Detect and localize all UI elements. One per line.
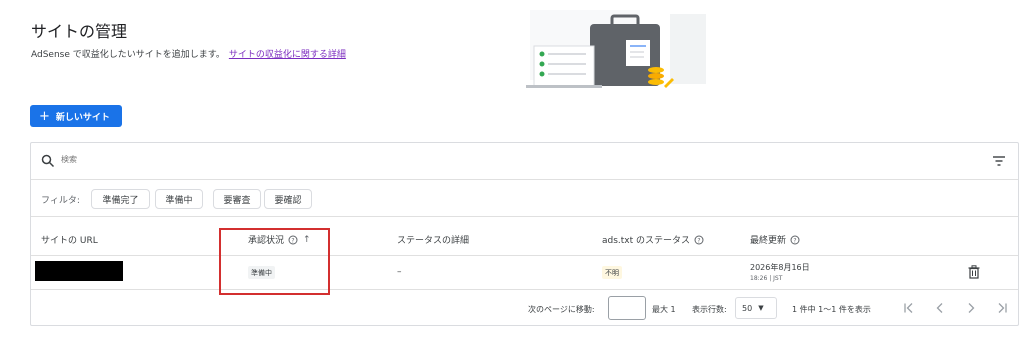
filter-bar: フィルタ: 準備完了 準備中 要審査 要確認 (31, 181, 1018, 217)
delete-icon[interactable] (968, 265, 980, 279)
hero-illustration (526, 10, 706, 88)
filter-list-icon[interactable] (992, 155, 1006, 167)
svg-text:?: ? (697, 237, 700, 244)
last-page-icon[interactable] (996, 302, 1008, 314)
annotation-highlight-box (219, 228, 330, 295)
sites-table: フィルタ: 準備完了 準備中 要審査 要確認 サイトの URL 承認状況 ? ↑… (30, 142, 1019, 326)
filter-chip-preparing[interactable]: 準備中 (155, 189, 203, 209)
column-label: ads.txt のステータス (602, 236, 691, 246)
rows-per-page-value: 50 (742, 303, 753, 313)
rows-per-page-label: 表示行数: (692, 305, 727, 314)
help-icon[interactable]: ? (694, 235, 704, 245)
pagination-bar: 次のページに移動: 最大 1 表示行数: 50 ▼ 1 件中 1〜1 件を表示 (31, 291, 1018, 326)
previous-page-icon[interactable] (934, 302, 946, 314)
filter-chip-ready[interactable]: 準備完了 (91, 189, 150, 209)
dropdown-arrow-icon: ▼ (758, 304, 764, 312)
search-bar (31, 143, 1018, 180)
goto-page-label: 次のページに移動: (528, 305, 595, 314)
last-updated-date: 2026年8月16日 (750, 263, 810, 272)
new-site-button[interactable]: + 新しいサイト (30, 105, 122, 127)
plus-icon: + (39, 108, 50, 124)
ads-txt-status-chip: 不明 (602, 266, 622, 279)
filter-label: フィルタ: (41, 196, 80, 206)
first-page-icon[interactable] (903, 302, 915, 314)
max-page-label: 最大 1 (652, 305, 676, 314)
page-description: AdSense で収益化したいサイトを追加します。 サイトの収益化に関する詳細 (31, 47, 346, 60)
description-text: AdSense で収益化したいサイトを追加します。 (31, 50, 225, 60)
goto-page-input[interactable] (608, 296, 646, 320)
rows-per-page-select[interactable]: 50 ▼ (735, 297, 777, 319)
redacted-site-url (35, 261, 123, 281)
page-title: サイトの管理 (31, 22, 128, 41)
column-label: ステータスの詳細 (397, 236, 470, 246)
status-detail: – (397, 267, 402, 277)
table-header: サイトの URL 承認状況 ? ↑ ステータスの詳細 ads.txt のステータ… (31, 218, 1018, 256)
column-header-url[interactable]: サイトの URL (41, 233, 98, 246)
last-updated-time: 18:26 | JST (750, 275, 783, 282)
search-icon (41, 154, 55, 168)
range-label: 1 件中 1〜1 件を表示 (792, 305, 871, 314)
filter-chip-needs-review[interactable]: 要審査 (213, 189, 261, 209)
search-input[interactable] (61, 155, 361, 164)
column-header-ads-txt[interactable]: ads.txt のステータス ? (602, 233, 704, 246)
table-row[interactable]: 準備中 – 不明 2026年8月16日 18:26 | JST (31, 256, 1018, 290)
next-page-icon[interactable] (965, 302, 977, 314)
svg-text:?: ? (793, 237, 796, 244)
filter-chip-needs-confirmation[interactable]: 要確認 (264, 189, 312, 209)
column-header-last-updated[interactable]: 最終更新 ? (750, 233, 800, 246)
column-header-status-detail[interactable]: ステータスの詳細 (397, 233, 469, 246)
new-site-label: 新しいサイト (55, 112, 110, 123)
column-label: サイトの URL (41, 236, 98, 246)
help-icon[interactable]: ? (790, 235, 800, 245)
column-label: 最終更新 (750, 236, 787, 246)
monetization-details-link[interactable]: サイトの収益化に関する詳細 (229, 50, 346, 60)
